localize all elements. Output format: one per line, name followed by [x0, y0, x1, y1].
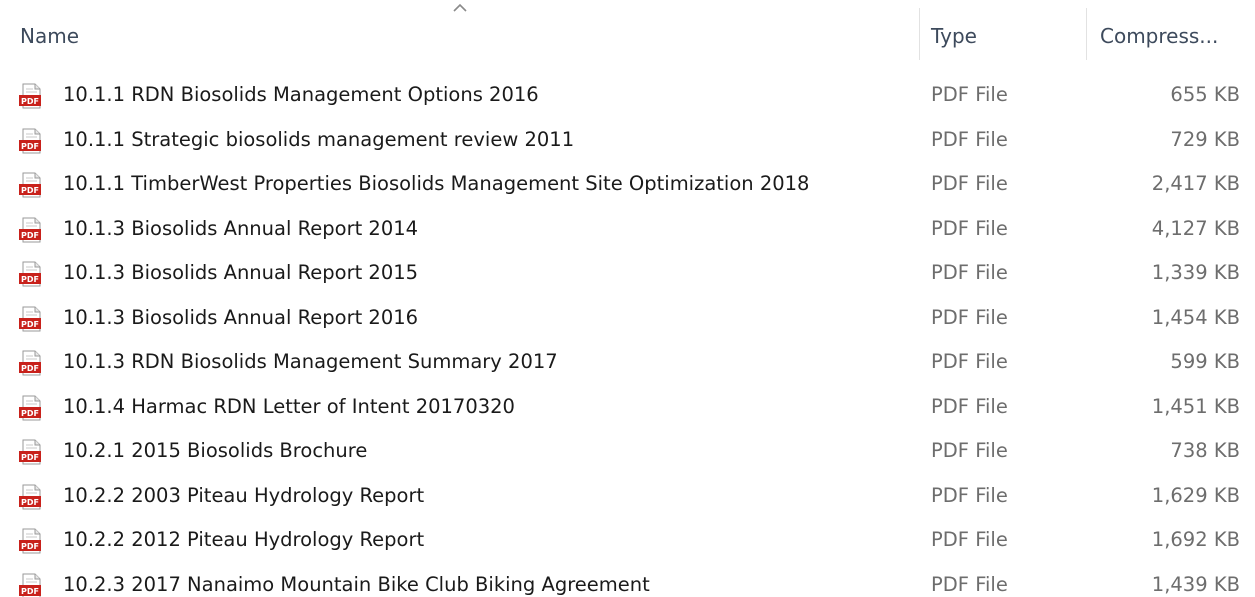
file-compressed-size: 599 KB: [1170, 350, 1240, 373]
file-name: 10.1.3 Biosolids Annual Report 2016: [63, 305, 419, 329]
file-type: PDF File: [931, 439, 1008, 462]
svg-text:PDF: PDF: [21, 409, 39, 418]
file-compressed-size: 1,339 KB: [1151, 261, 1240, 284]
column-divider[interactable]: [919, 8, 920, 60]
pdf-file-icon: PDF: [18, 172, 44, 198]
svg-text:PDF: PDF: [21, 453, 39, 462]
svg-text:PDF: PDF: [21, 186, 39, 195]
file-compressed-size: 1,451 KB: [1151, 394, 1240, 418]
file-row[interactable]: PDF 10.1.3 Biosolids Annual Report 2016 P…: [0, 296, 1255, 341]
file-type: PDF File: [931, 172, 1008, 195]
svg-text:PDF: PDF: [21, 587, 39, 596]
file-row[interactable]: PDF 10.2.3 2017 Nanaimo Mountain Bike Cl…: [0, 563, 1255, 597]
file-name: 10.1.3 Biosolids Annual Report 2014: [63, 216, 419, 240]
file-list: PDF 10.1.1 RDN Biosolids Management Opti…: [0, 73, 1255, 597]
svg-text:PDF: PDF: [21, 364, 39, 373]
file-compressed-size: 2,417 KB: [1151, 172, 1240, 195]
file-name: 10.2.2 2012 Piteau Hydrology Report: [63, 528, 425, 551]
file-type: PDF File: [931, 261, 1008, 284]
pdf-file-icon: PDF: [18, 528, 44, 554]
file-compressed-size: 1,692 KB: [1151, 528, 1240, 551]
pdf-file-icon: PDF: [18, 484, 44, 510]
file-name: 10.1.3 RDN Biosolids Management Summary …: [63, 350, 558, 373]
svg-text:PDF: PDF: [21, 542, 39, 551]
file-type: PDF File: [931, 127, 1008, 151]
file-compressed-size: 4,127 KB: [1151, 216, 1240, 240]
svg-text:PDF: PDF: [21, 498, 39, 507]
column-header-compressed-size[interactable]: Compress...: [1100, 20, 1218, 52]
pdf-file-icon: PDF: [18, 573, 44, 597]
file-row[interactable]: PDF 10.2.2 2003 Piteau Hydrology Report P…: [0, 474, 1255, 519]
file-type: PDF File: [931, 528, 1008, 551]
file-type: PDF File: [931, 394, 1008, 418]
file-type: PDF File: [931, 350, 1008, 373]
file-row[interactable]: PDF 10.1.3 Biosolids Annual Report 2015 P…: [0, 251, 1255, 296]
file-name: 10.1.4 Harmac RDN Letter of Intent 20170…: [63, 394, 515, 418]
svg-text:PDF: PDF: [21, 97, 39, 106]
file-compressed-size: 1,629 KB: [1151, 483, 1240, 507]
svg-text:PDF: PDF: [21, 231, 39, 240]
file-row[interactable]: PDF 10.1.1 RDN Biosolids Management Opti…: [0, 73, 1255, 118]
file-type: PDF File: [931, 483, 1008, 507]
file-type: PDF File: [931, 305, 1008, 329]
pdf-file-icon: PDF: [18, 83, 44, 109]
file-name: 10.1.1 Strategic biosolids management re…: [63, 127, 575, 151]
svg-text:PDF: PDF: [21, 142, 39, 151]
pdf-file-icon: PDF: [18, 306, 44, 332]
column-header-name[interactable]: Name: [20, 20, 79, 52]
pdf-file-icon: PDF: [18, 128, 44, 154]
file-row[interactable]: PDF 10.1.1 TimberWest Properties Biosoli…: [0, 162, 1255, 207]
file-compressed-size: 738 KB: [1170, 439, 1240, 462]
file-compressed-size: 655 KB: [1170, 83, 1240, 106]
svg-text:PDF: PDF: [21, 320, 39, 329]
file-row[interactable]: PDF 10.2.2 2012 Piteau Hydrology Report P…: [0, 518, 1255, 563]
file-row[interactable]: PDF 10.1.1 Strategic biosolids managemen…: [0, 118, 1255, 163]
file-row[interactable]: PDF 10.1.3 RDN Biosolids Management Summ…: [0, 340, 1255, 385]
chevron-up-icon[interactable]: [450, 0, 470, 14]
pdf-file-icon: PDF: [18, 261, 44, 287]
pdf-file-icon: PDF: [18, 395, 44, 421]
file-compressed-size: 1,439 KB: [1151, 572, 1240, 596]
pdf-file-icon: PDF: [18, 217, 44, 243]
file-name: 10.2.3 2017 Nanaimo Mountain Bike Club B…: [63, 572, 650, 596]
file-row[interactable]: PDF 10.2.1 2015 Biosolids Brochure PDF Fi…: [0, 429, 1255, 474]
file-name: 10.2.1 2015 Biosolids Brochure: [63, 439, 368, 462]
pdf-file-icon: PDF: [18, 350, 44, 376]
file-row[interactable]: PDF 10.1.3 Biosolids Annual Report 2014 P…: [0, 207, 1255, 252]
column-header-type[interactable]: Type: [931, 20, 977, 52]
svg-text:PDF: PDF: [21, 275, 39, 284]
file-row[interactable]: PDF 10.1.4 Harmac RDN Letter of Intent 2…: [0, 385, 1255, 430]
file-compressed-size: 729 KB: [1170, 127, 1240, 151]
file-name: 10.1.1 RDN Biosolids Management Options …: [63, 83, 539, 106]
column-divider[interactable]: [1086, 8, 1087, 60]
file-name: 10.2.2 2003 Piteau Hydrology Report: [63, 483, 425, 507]
file-type: PDF File: [931, 572, 1008, 596]
file-name: 10.1.3 Biosolids Annual Report 2015: [63, 261, 419, 284]
column-header-bar: Name Type Compress...: [0, 0, 1255, 70]
file-type: PDF File: [931, 216, 1008, 240]
file-explorer-details-view: Name Type Compress... PDF 10.1.1 RDN Bio…: [0, 0, 1255, 597]
file-compressed-size: 1,454 KB: [1151, 305, 1240, 329]
pdf-file-icon: PDF: [18, 439, 44, 465]
file-type: PDF File: [931, 83, 1008, 106]
file-name: 10.1.1 TimberWest Properties Biosolids M…: [63, 172, 810, 195]
